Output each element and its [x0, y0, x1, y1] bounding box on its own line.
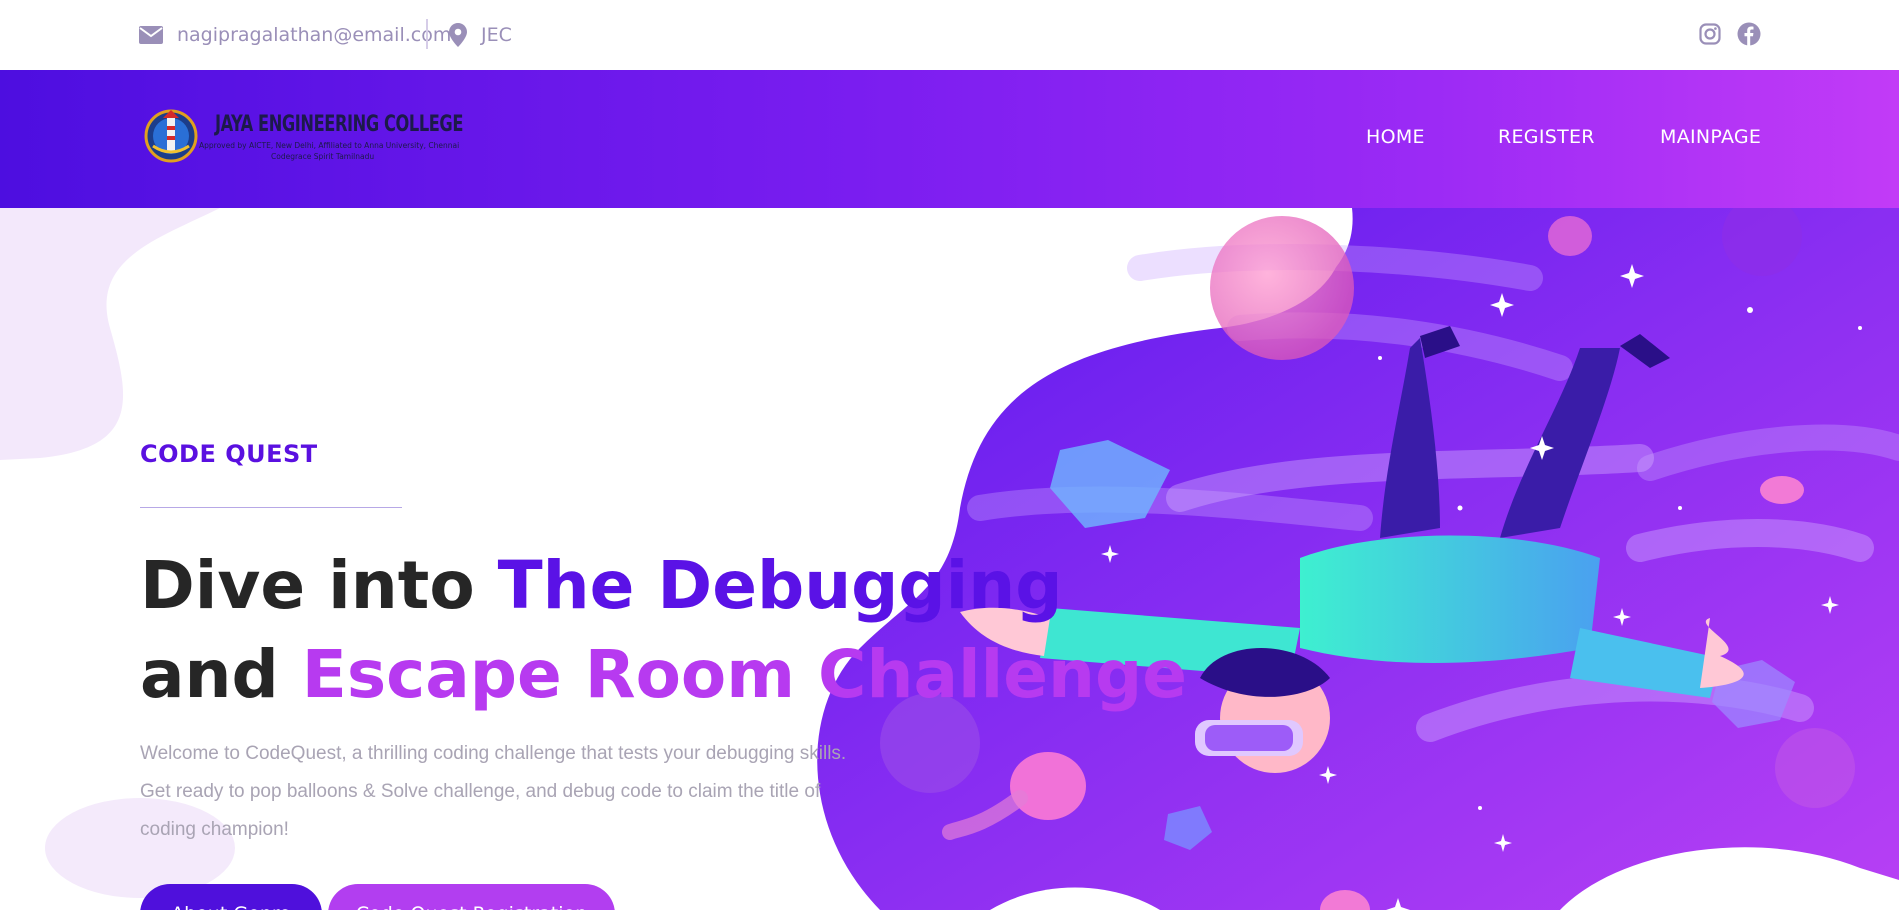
headline-part-3: and: [140, 636, 302, 713]
contact-location: JEC: [449, 0, 512, 70]
headline-highlight-2: Escape Room Challenge: [301, 636, 1187, 713]
hero-kicker: CODE QUEST: [140, 440, 318, 468]
main-navbar: JAYA ENGINEERING COLLEGE Approved by AIC…: [0, 70, 1899, 208]
contact-email-text: nagipragalathan@email.com: [177, 24, 452, 46]
college-subtitle-2: Codegrace Spirit Tamilnadu: [271, 152, 375, 161]
hero-description: Welcome to CodeQuest, a thrilling coding…: [140, 743, 847, 840]
about-button[interactable]: About Genre: [140, 884, 322, 910]
nav-mainpage[interactable]: MAINPAGE: [1660, 126, 1761, 148]
envelope-icon: [139, 26, 163, 44]
headline-highlight-1: The Debugging: [497, 547, 1063, 624]
nav-home[interactable]: HOME: [1366, 126, 1425, 148]
college-logo[interactable]: JAYA ENGINEERING COLLEGE Approved by AIC…: [143, 100, 463, 176]
contact-email[interactable]: nagipragalathan@email.com: [139, 0, 451, 70]
kicker-divider: [140, 507, 402, 508]
college-emblem-icon: [144, 109, 198, 163]
college-name: JAYA ENGINEERING COLLEGE: [215, 112, 464, 137]
hero-section: CODE QUEST Dive into The Debugging and E…: [0, 208, 1899, 910]
facebook-icon[interactable]: [1736, 21, 1762, 47]
nav-register[interactable]: REGISTER: [1498, 126, 1595, 148]
divider: [426, 19, 428, 49]
contact-location-text: JEC: [481, 24, 512, 46]
map-pin-icon: [449, 23, 467, 47]
college-subtitle: Approved by AICTE, New Delhi, Affiliated…: [199, 141, 460, 150]
hero-headline: Dive into The Debugging and Escape Room …: [140, 541, 1187, 719]
headline-part-1: Dive into: [140, 547, 498, 624]
instagram-icon[interactable]: [1697, 21, 1723, 47]
registration-button[interactable]: Code Quest Registration: [328, 884, 615, 910]
top-contact-bar: nagipragalathan@email.com JEC: [0, 0, 1899, 70]
